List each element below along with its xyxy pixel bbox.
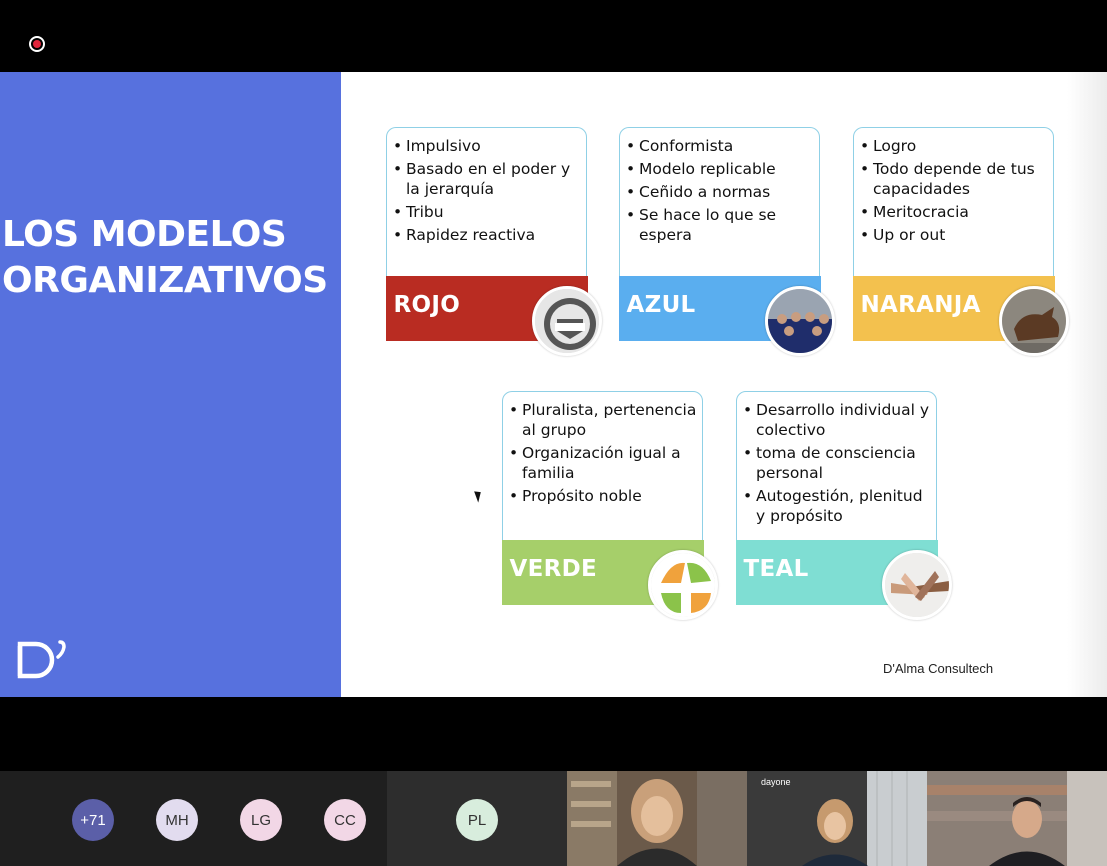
video-feed-woman-corridor: dayone <box>747 771 927 866</box>
color-model-card-azul: Conformista Modelo replicable Ceñido a nor… <box>618 127 835 356</box>
dalma-logo-icon <box>17 640 66 679</box>
recording-icon[interactable] <box>29 36 45 52</box>
card-bullet-item: Se hace lo que se espera <box>626 205 815 245</box>
color-model-card-naranja: Logro Todo depende de tus capacidades Meri… <box>852 127 1069 356</box>
card-bullet-item: Conformista <box>626 136 815 156</box>
card-bullet-item: Modelo replicable <box>626 159 815 179</box>
avatar[interactable]: MH <box>156 799 198 841</box>
meeting-bottom-bar <box>0 697 1107 771</box>
card-bullet-list: Conformista Modelo replicable Ceñido a nor… <box>626 136 815 248</box>
video-tile-participant[interactable] <box>567 771 747 866</box>
the-squad-badge-image <box>532 286 602 356</box>
participant-strip: +71 MH LG CC PL dayone <box>0 771 1107 866</box>
stacked-hands-photo-image <box>882 550 952 620</box>
avatar-group: +71 MH LG CC <box>0 771 387 866</box>
avatar-initials: PL <box>467 811 487 829</box>
video-tile-participant[interactable]: dayone <box>747 771 927 866</box>
uniformed-group-photo-image <box>765 286 835 356</box>
slide-title: LOS MODELOS ORGANIZATIVOS <box>2 212 328 304</box>
shared-slide: LOS MODELOS ORGANIZATIVOS Impulsivo Basad… <box>0 72 1107 697</box>
card-bullet-item: Pluralista, pertenencia al grupo <box>509 400 698 440</box>
card-color-label: ROJO <box>393 292 461 318</box>
avatar-initials: CC <box>334 811 356 829</box>
slide-left-panel: LOS MODELOS ORGANIZATIVOS <box>0 72 341 697</box>
card-color-label: TEAL <box>743 556 809 582</box>
card-bullet-list: Logro Todo depende de tus capacidades Meri… <box>860 136 1049 248</box>
video-feed-woman-office <box>567 771 747 866</box>
card-bullet-item: Ceñido a normas <box>626 182 815 202</box>
card-color-label: AZUL <box>626 292 696 318</box>
card-bullet-item: Organización igual a familia <box>509 443 698 483</box>
avatar-initials: +71 <box>80 811 106 829</box>
video-brand-watermark: dayone <box>761 777 791 787</box>
card-bullet-item: toma de consciencia personal <box>743 443 932 483</box>
family-care-icons-image <box>648 550 718 620</box>
card-bullet-item: Autogestión, plenitud y propósito <box>743 486 932 526</box>
meeting-top-bar <box>0 0 1107 72</box>
wall-street-bull-image <box>999 286 1069 356</box>
color-model-card-verde: Pluralista, pertenencia al grupoOrganiza… <box>501 391 718 620</box>
avatar-active-speaker: PL <box>456 799 498 841</box>
card-bullet-list: Pluralista, pertenencia al grupoOrganiza… <box>509 400 698 509</box>
avatar[interactable]: LG <box>240 799 282 841</box>
color-model-card-rojo: Impulsivo Basado en el poder y la jerarqu… <box>385 127 602 356</box>
slide-title-line: ORGANIZATIVOS <box>2 260 328 301</box>
slide-footer-credit: D'Alma Consultech <box>883 661 994 676</box>
card-bullet-item: Rapidez reactiva <box>393 225 582 245</box>
card-bullet-item: Up or out <box>860 225 1049 245</box>
card-bullet-item: Meritocracia <box>860 202 1049 222</box>
card-color-label: VERDE <box>509 556 598 582</box>
avatar-overflow-count[interactable]: +71 <box>72 799 114 841</box>
avatar-initials: LG <box>250 811 271 829</box>
card-bullet-list: Impulsivo Basado en el poder y la jerarqu… <box>393 136 582 248</box>
card-bullet-item: Impulsivo <box>393 136 582 156</box>
avatar-initials: MH <box>165 811 189 829</box>
card-bullet-item: Basado en el poder y la jerarquía <box>393 159 582 199</box>
card-bullet-item: Propósito noble <box>509 486 698 506</box>
card-bullet-item: Logro <box>860 136 1049 156</box>
color-model-card-teal: Desarrollo individual y colectivotoma de… <box>735 391 952 620</box>
slide-title-line: LOS MODELOS <box>2 214 287 255</box>
card-bullet-item: Desarrollo individual y colectivo <box>743 400 932 440</box>
card-bullet-list: Desarrollo individual y colectivotoma de… <box>743 400 932 529</box>
slide-edge-shade <box>1067 72 1107 697</box>
video-feed-man-bookshelf <box>927 771 1107 866</box>
card-color-label: NARANJA <box>860 292 981 318</box>
card-bullet-item: Tribu <box>393 202 582 222</box>
avatar[interactable]: CC <box>324 799 366 841</box>
video-tile-participant[interactable] <box>927 771 1107 866</box>
card-bullet-item: Todo depende de tus capacidades <box>860 159 1049 199</box>
participant-tile-active[interactable]: PL <box>387 771 567 866</box>
